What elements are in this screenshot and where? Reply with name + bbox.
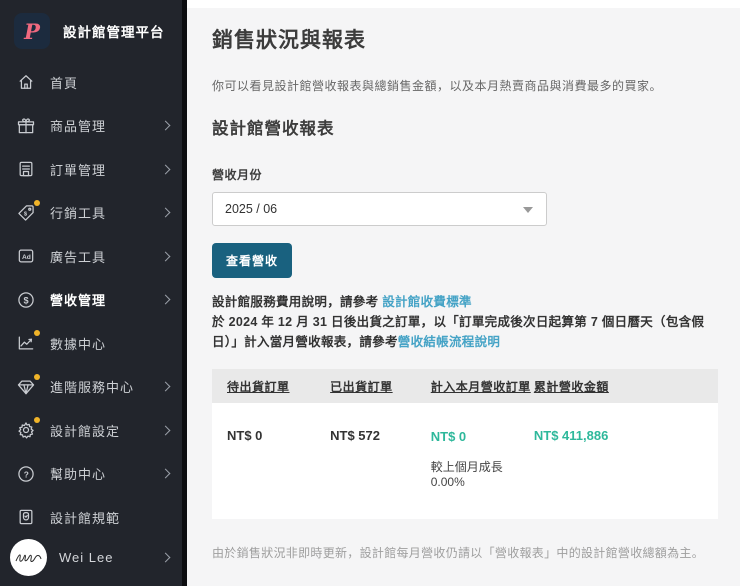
fee-policy-note: 設計館服務費用說明，請參考 設計館收費標準 於 2024 年 12 月 31 日… <box>212 292 718 352</box>
sidebar-item-label: 幫助中心 <box>50 467 107 482</box>
shipped-value: NT$ 572 <box>330 428 380 443</box>
revenue-report-section-title: 設計館營收報表 <box>212 120 335 138</box>
accumulated-revenue-value: NT$ 411,886 <box>533 428 609 443</box>
chevron-right-icon <box>160 294 171 305</box>
user-name: Wei Lee <box>59 550 114 566</box>
sidebar-item-label: 設計館規範 <box>50 510 121 526</box>
month-field-label: 營收月份 <box>212 168 263 182</box>
page-title: 銷售狀況與報表 <box>212 29 366 52</box>
header-shipped[interactable]: 已出貨訂單 <box>330 378 431 395</box>
table-header-row: 待出貨訂單 已出貨訂單 計入本月營收訂單 累計營收金額 <box>212 369 718 403</box>
svg-text:$: $ <box>24 211 28 217</box>
notification-dot <box>34 330 40 336</box>
sidebar-item-shop-settings[interactable]: 設計館設定 <box>0 408 187 452</box>
dollar-circle-icon: $ <box>15 289 37 311</box>
chevron-right-icon <box>160 468 171 479</box>
sidebar-item-label: 首頁 <box>50 75 79 91</box>
sidebar-item-label: 廣告工具 <box>50 249 107 265</box>
settlement-flow-link[interactable]: 營收結帳流程說明 <box>398 335 500 349</box>
sidebar-item-ads[interactable]: Ad 廣告工具 <box>0 234 187 278</box>
month-growth-note: 較上個月成長 0.00% <box>430 460 503 489</box>
gift-icon <box>15 115 37 137</box>
fee-note-text: 設計館服務費用說明，請參考 <box>212 295 383 309</box>
notification-dot <box>34 373 40 380</box>
caret-down-icon <box>523 207 533 213</box>
pending-shipment-value: NT$ 0 <box>227 428 263 443</box>
clipboard-icon <box>15 506 37 528</box>
revenue-month-select[interactable]: 2025 / 06 <box>212 192 547 226</box>
sidebar-item-orders[interactable]: 訂單管理 <box>0 147 187 191</box>
sidebar-item-label: 進階服務中心 <box>50 380 135 395</box>
notification-dot <box>34 199 40 206</box>
receipt-icon <box>15 158 37 180</box>
sidebar-item-label: 行銷工具 <box>50 206 107 221</box>
counted-revenue-value: NT$ 0 <box>430 429 467 444</box>
sidebar-item-label: 商品管理 <box>50 119 107 134</box>
counted-revenue-cell: NT$ 0 較上個月成長 0.00% <box>431 428 534 489</box>
header-counted-revenue-orders[interactable]: 計入本月營收訂單 <box>431 378 534 395</box>
header-accumulated-revenue[interactable]: 累計營收金額 <box>534 378 718 395</box>
app-brand[interactable]: P 設計館管理平台 <box>0 12 187 50</box>
revenue-report-table: 待出貨訂單 已出貨訂單 計入本月營收訂單 累計營收金額 NT$ 0 NT$ 57… <box>212 369 718 519</box>
sidebar-nav: 首頁 商品管理 訂單管理 $ 行銷工具 Ad 廣告工具 $ 營收管理 數據中心 … <box>0 60 187 539</box>
ad-icon: Ad <box>15 245 37 267</box>
sidebar-item-shop-rules[interactable]: 設計館規範 <box>0 495 187 539</box>
sidebar-item-revenue[interactable]: $ 營收管理 <box>0 278 187 322</box>
notification-dot <box>34 417 40 423</box>
page-subtitle: 你可以看見設計館營收報表與總銷售金額，以及本月熱賣商品與消費最多的買家。 <box>212 79 663 93</box>
sidebar-item-premium-services[interactable]: 進階服務中心 <box>0 365 187 409</box>
main-content: 銷售狀況與報表 你可以看見設計館營收報表與總銷售金額，以及本月熱賣商品與消費最多… <box>187 0 740 586</box>
chevron-right-icon <box>160 120 171 131</box>
diamond-icon <box>15 373 40 398</box>
table-value-row: NT$ 0 NT$ 572 NT$ 0 較上個月成長 0.00% NT$ 411… <box>212 403 718 519</box>
price-tag-icon: $ <box>15 199 40 224</box>
question-icon: ? <box>15 463 37 485</box>
svg-text:?: ? <box>24 469 29 479</box>
sidebar-item-help-center[interactable]: ? 幫助中心 <box>0 452 187 496</box>
sidebar-item-label: 訂單管理 <box>50 162 107 178</box>
chevron-right-icon <box>160 164 171 174</box>
app-logo-icon: P <box>14 13 50 50</box>
view-revenue-button[interactable]: 查看營收 <box>212 243 293 278</box>
home-icon <box>15 71 37 93</box>
selected-month-value: 2025 / 06 <box>225 202 278 216</box>
svg-text:$: $ <box>24 295 29 305</box>
gear-icon <box>15 417 40 441</box>
sidebar-user-account[interactable]: Wei Lee <box>0 539 187 577</box>
sidebar-item-label: 營收管理 <box>50 293 107 308</box>
svg-text:Ad: Ad <box>22 254 31 261</box>
top-band <box>187 0 740 8</box>
sidebar-item-home[interactable]: 首頁 <box>0 60 187 104</box>
line-chart-icon <box>15 330 40 354</box>
chevron-right-icon <box>160 381 171 392</box>
fee-standard-link[interactable]: 設計館收費標準 <box>382 295 472 309</box>
app-title: 設計館管理平台 <box>63 25 165 41</box>
sidebar-item-marketing[interactable]: $ 行銷工具 <box>0 191 187 235</box>
chevron-right-icon <box>160 552 171 563</box>
chevron-right-icon <box>160 207 171 218</box>
header-pending-shipment[interactable]: 待出貨訂單 <box>227 378 330 395</box>
sidebar: P 設計館管理平台 首頁 商品管理 訂單管理 $ 行銷工具 Ad 廣告工具 $ … <box>0 0 187 586</box>
chevron-right-icon <box>160 425 171 435</box>
chevron-right-icon <box>160 251 171 261</box>
sidebar-item-label: 設計館設定 <box>50 423 121 439</box>
user-avatar <box>10 539 47 577</box>
report-footnote: 由於銷售狀況非即時更新，設計館每月營收仍請以「營收報表」中的設計館營收總額為主。 <box>212 546 705 560</box>
sidebar-item-data-center[interactable]: 數據中心 <box>0 321 187 365</box>
sidebar-item-products[interactable]: 商品管理 <box>0 104 187 148</box>
sidebar-item-label: 數據中心 <box>50 336 107 352</box>
